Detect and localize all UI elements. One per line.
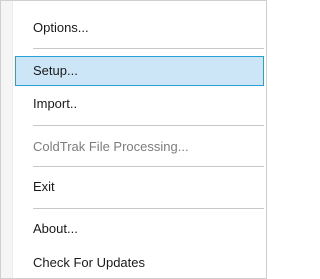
menu-gutter xyxy=(1,1,13,278)
menu-separator xyxy=(33,48,264,49)
menu-separator xyxy=(33,125,264,126)
menu-item-options[interactable]: Options... xyxy=(15,13,264,43)
menu-separator xyxy=(33,208,264,209)
context-menu: Options... Setup... Import.. ColdTrak Fi… xyxy=(0,0,267,279)
menu-item-exit[interactable]: Exit xyxy=(15,172,264,202)
menu-item-check-for-updates[interactable]: Check For Updates xyxy=(15,248,264,278)
menu-item-setup[interactable]: Setup... xyxy=(15,56,264,86)
menu-item-about[interactable]: About... xyxy=(15,214,264,244)
menu-separator xyxy=(33,166,264,167)
menu-item-import[interactable]: Import.. xyxy=(15,89,264,119)
menu-item-coldtrak-file-processing: ColdTrak File Processing... xyxy=(33,139,189,154)
